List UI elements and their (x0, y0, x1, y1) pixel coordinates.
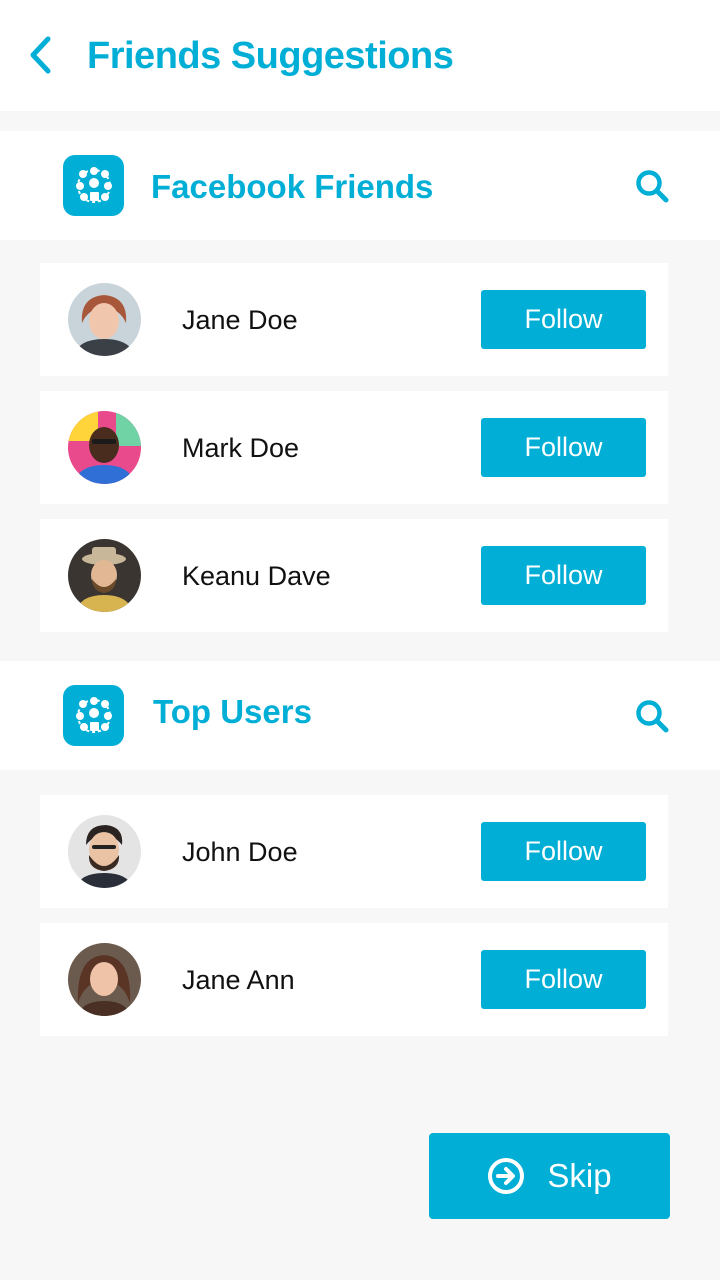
chevron-left-icon (30, 36, 51, 74)
section-header-facebook-friends: Facebook Friends (0, 131, 720, 240)
follow-button[interactable]: Follow (481, 546, 646, 605)
user-row: John Doe Follow (40, 795, 668, 908)
avatar (68, 943, 141, 1016)
avatar (68, 539, 141, 612)
user-name: John Doe (182, 837, 298, 867)
skip-button[interactable]: Skip (429, 1133, 670, 1219)
skip-label: Skip (547, 1157, 612, 1194)
avatar (68, 283, 141, 356)
avatar (68, 411, 141, 484)
follow-button[interactable]: Follow (481, 950, 646, 1009)
back-button[interactable] (20, 34, 60, 76)
user-row: Mark Doe Follow (40, 391, 668, 504)
section-title: Top Users (153, 693, 312, 730)
user-name: Keanu Dave (182, 561, 331, 591)
user-row: Keanu Dave Follow (40, 519, 668, 632)
search-icon (636, 170, 669, 203)
user-name: Mark Doe (182, 433, 300, 463)
follow-button[interactable]: Follow (481, 418, 646, 477)
section-title: Facebook Friends (151, 168, 434, 205)
search-button[interactable] (632, 696, 672, 736)
page-title: Friends Suggestions (87, 35, 454, 77)
avatar (68, 815, 141, 888)
user-row: Jane Ann Follow (40, 923, 668, 1036)
search-button[interactable] (632, 166, 672, 206)
follow-button[interactable]: Follow (481, 822, 646, 881)
user-name: Jane Doe (182, 305, 298, 335)
section-header-top-users: Top Users (0, 661, 720, 770)
follow-button[interactable]: Follow (481, 290, 646, 349)
community-app-icon (63, 685, 124, 746)
app-header: Friends Suggestions (0, 0, 720, 111)
friends-suggestions-screen: Friends Suggestions Facebook Friends Jan… (0, 0, 720, 1280)
community-app-icon (63, 155, 124, 216)
user-row: Jane Doe Follow (40, 263, 668, 376)
arrow-right-circle-icon (488, 1158, 525, 1194)
user-name: Jane Ann (182, 965, 295, 995)
search-icon (636, 700, 669, 733)
